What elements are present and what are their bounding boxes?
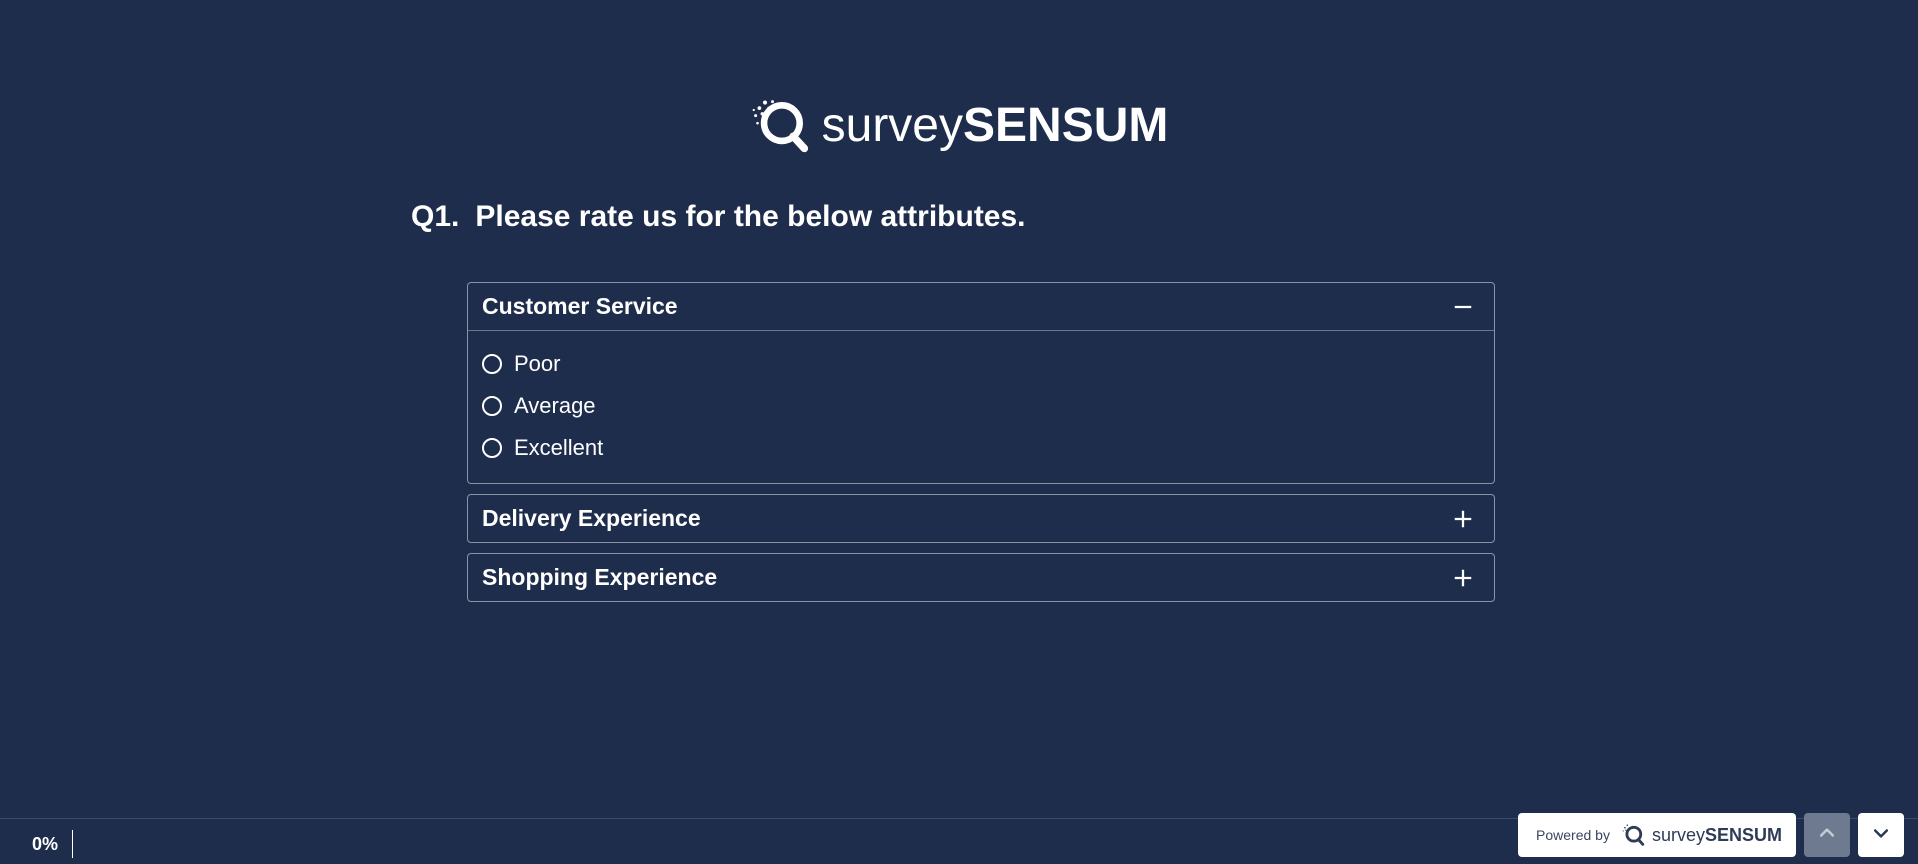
attribute-title: Customer Service bbox=[482, 293, 678, 320]
radio-label: Poor bbox=[514, 351, 560, 377]
brand-name-light: survey bbox=[822, 99, 963, 152]
brand-logo-text: surveySENSUM bbox=[822, 98, 1169, 153]
powered-by-label: Powered by bbox=[1536, 827, 1610, 843]
attribute-header-delivery-experience[interactable]: Delivery Experience bbox=[468, 495, 1494, 542]
powered-by-logo: surveySENSUM bbox=[1620, 822, 1782, 848]
progress-value: 0% bbox=[32, 834, 58, 855]
brand-logo-icon bbox=[1620, 822, 1646, 848]
brand-name-bold: SENSUM bbox=[963, 99, 1168, 152]
radio-option-average[interactable]: Average bbox=[482, 385, 1480, 427]
powered-by-brand-text: surveySENSUM bbox=[1652, 825, 1782, 846]
powered-brand-light: survey bbox=[1652, 825, 1705, 845]
attribute-title: Shopping Experience bbox=[482, 564, 717, 591]
attribute-header-shopping-experience[interactable]: Shopping Experience bbox=[468, 554, 1494, 601]
radio-icon bbox=[482, 438, 502, 458]
chevron-up-icon bbox=[1817, 823, 1837, 848]
attribute-card-customer-service: Customer Service Poor Average bbox=[467, 282, 1495, 484]
header-logo-area: surveySENSUM bbox=[0, 0, 1918, 160]
radio-label: Average bbox=[514, 393, 596, 419]
progress-indicator: 0% bbox=[32, 830, 73, 858]
brand-logo: surveySENSUM bbox=[750, 95, 1169, 155]
attribute-header-customer-service[interactable]: Customer Service bbox=[468, 283, 1494, 330]
plus-icon bbox=[1450, 565, 1476, 591]
nav-prev-button[interactable] bbox=[1804, 813, 1850, 857]
attribute-options-customer-service: Poor Average Excellent bbox=[468, 330, 1494, 483]
radio-icon bbox=[482, 354, 502, 374]
nav-next-button[interactable] bbox=[1858, 813, 1904, 857]
radio-icon bbox=[482, 396, 502, 416]
attribute-card-shopping-experience: Shopping Experience bbox=[467, 553, 1495, 602]
attribute-title: Delivery Experience bbox=[482, 505, 701, 532]
question-heading: Q1. Please rate us for the below attribu… bbox=[411, 200, 1507, 234]
powered-brand-bold: SENSUM bbox=[1705, 825, 1782, 845]
brand-logo-icon bbox=[750, 95, 810, 155]
chevron-down-icon bbox=[1871, 823, 1891, 848]
question-text: Please rate us for the below attributes. bbox=[475, 200, 1025, 234]
progress-separator bbox=[72, 830, 73, 858]
powered-by-badge[interactable]: Powered by surveySENSUM bbox=[1518, 813, 1796, 857]
question-number: Q1. bbox=[411, 200, 459, 234]
attribute-card-delivery-experience: Delivery Experience bbox=[467, 494, 1495, 543]
radio-label: Excellent bbox=[514, 435, 603, 461]
plus-icon bbox=[1450, 506, 1476, 532]
radio-option-poor[interactable]: Poor bbox=[482, 343, 1480, 385]
radio-option-excellent[interactable]: Excellent bbox=[482, 427, 1480, 469]
minus-icon bbox=[1450, 294, 1476, 320]
